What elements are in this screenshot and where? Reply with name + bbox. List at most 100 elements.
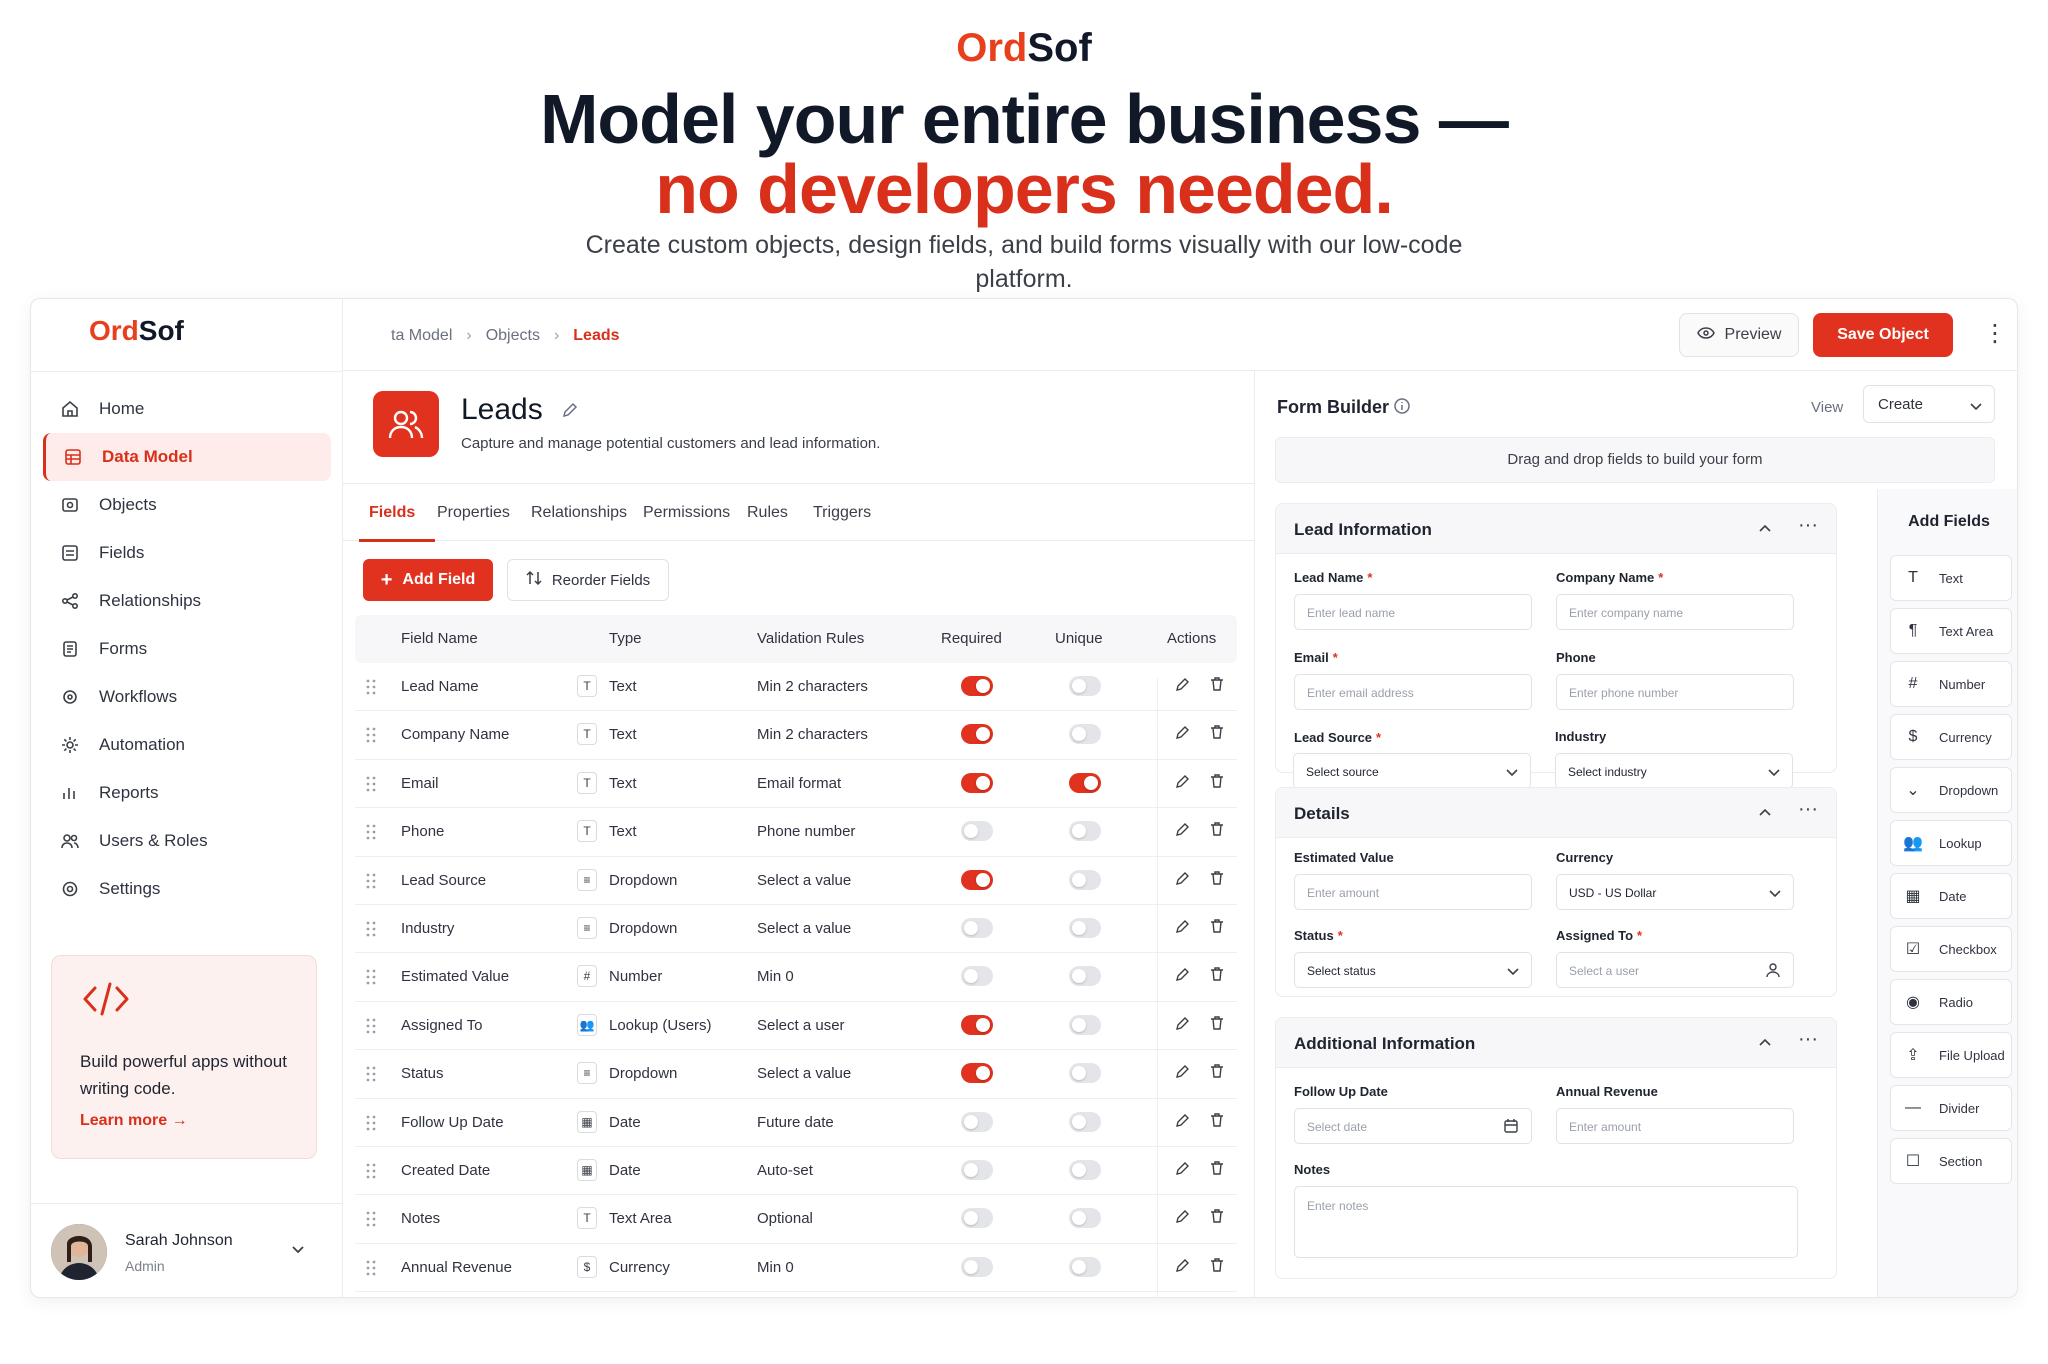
- edit-icon[interactable]: [1175, 821, 1191, 841]
- chevron-down-icon[interactable]: [291, 1242, 305, 1260]
- add-field-radio[interactable]: ◉ Radio: [1890, 979, 2012, 1025]
- sidebar-item-data-model[interactable]: Data Model: [43, 433, 331, 481]
- add-field-section[interactable]: ☐ Section: [1890, 1138, 2012, 1184]
- reorder-fields-button[interactable]: Reorder Fields: [507, 559, 669, 601]
- sidebar-item-forms[interactable]: Forms: [43, 625, 331, 673]
- table-row[interactable]: Created Date ▦ Date Auto-set: [355, 1147, 1237, 1210]
- edit-icon[interactable]: [1175, 1112, 1191, 1132]
- required-toggle[interactable]: [961, 917, 993, 938]
- assigned-to-input[interactable]: Select a user: [1556, 952, 1794, 988]
- chevron-up-icon[interactable]: [1758, 520, 1772, 538]
- unique-toggle[interactable]: [1069, 724, 1101, 745]
- trash-icon[interactable]: [1209, 1160, 1225, 1180]
- sidebar-item-fields[interactable]: Fields: [43, 529, 331, 577]
- more-menu-icon[interactable]: ⋮: [1983, 319, 2007, 348]
- section-header[interactable]: Lead Information ···: [1276, 504, 1836, 554]
- annual-revenue-input[interactable]: Enter amount: [1556, 1108, 1794, 1144]
- edit-icon[interactable]: [1175, 1257, 1191, 1277]
- table-row[interactable]: Company Name T Text Min 2 characters: [355, 711, 1237, 774]
- table-row[interactable]: Follow Up Date ▦ Date Future date: [355, 1099, 1237, 1161]
- trash-icon[interactable]: [1209, 1257, 1225, 1277]
- table-row[interactable]: Lead Source ≡ Dropdown Select a value: [355, 857, 1237, 919]
- chevron-up-icon[interactable]: [1758, 1034, 1772, 1052]
- drag-handle-icon[interactable]: [365, 1065, 379, 1083]
- drag-handle-icon[interactable]: [365, 726, 379, 744]
- add-field-dropdown[interactable]: ⌄ Dropdown: [1890, 767, 2012, 813]
- unique-toggle[interactable]: [1069, 821, 1101, 842]
- trash-icon[interactable]: [1209, 966, 1225, 986]
- company-name-input[interactable]: Enter company name: [1556, 594, 1794, 630]
- edit-icon[interactable]: [1175, 870, 1191, 890]
- tab-relationships[interactable]: Relationships: [531, 504, 627, 522]
- sidebar-item-users-roles[interactable]: Users & Roles: [43, 817, 331, 865]
- section-header[interactable]: Details ···: [1276, 788, 1836, 838]
- trash-icon[interactable]: [1209, 1015, 1225, 1035]
- required-toggle[interactable]: [961, 1111, 993, 1132]
- unique-toggle[interactable]: [1069, 1014, 1101, 1035]
- table-row[interactable]: Estimated Value # Number Min 0: [355, 953, 1237, 1016]
- sidebar-item-workflows[interactable]: Workflows: [43, 673, 331, 721]
- notes-textarea[interactable]: Enter notes: [1294, 1186, 1798, 1258]
- table-row[interactable]: Status ≡ Dropdown Select a value: [355, 1050, 1237, 1113]
- lead-source-select[interactable]: Select source: [1293, 753, 1531, 789]
- sidebar-logo[interactable]: OrdSof: [89, 315, 184, 347]
- edit-icon[interactable]: [1175, 1208, 1191, 1228]
- add-field-button[interactable]: + Add Field: [363, 559, 493, 601]
- table-row[interactable]: Phone T Text Phone number: [355, 808, 1237, 871]
- trash-icon[interactable]: [1209, 918, 1225, 938]
- unique-toggle[interactable]: [1069, 1063, 1101, 1084]
- sidebar-item-home[interactable]: Home: [43, 385, 331, 433]
- edit-icon[interactable]: [1175, 676, 1191, 696]
- currency-select[interactable]: USD - US Dollar: [1556, 874, 1794, 910]
- add-field-text[interactable]: T Text: [1890, 555, 2012, 601]
- sidebar-item-relationships[interactable]: Relationships: [43, 577, 331, 625]
- drag-handle-icon[interactable]: [365, 775, 379, 793]
- edit-icon[interactable]: [1175, 724, 1191, 744]
- drag-handle-icon[interactable]: [365, 968, 379, 986]
- trash-icon[interactable]: [1209, 1112, 1225, 1132]
- col-required[interactable]: Required: [941, 630, 1002, 647]
- drag-handle-icon[interactable]: [365, 1114, 379, 1132]
- trash-icon[interactable]: [1209, 1208, 1225, 1228]
- table-row[interactable]: Notes T Text Area Optional: [355, 1195, 1237, 1258]
- drag-handle-icon[interactable]: [365, 872, 379, 890]
- unique-toggle[interactable]: [1069, 1208, 1101, 1229]
- sidebar-item-automation[interactable]: Automation: [43, 721, 331, 769]
- sidebar-item-reports[interactable]: Reports: [43, 769, 331, 817]
- more-horizontal-icon[interactable]: ···: [1798, 1028, 1818, 1051]
- view-select[interactable]: Create: [1863, 385, 1995, 423]
- add-field-number[interactable]: # Number: [1890, 661, 2012, 707]
- status-select[interactable]: Select status: [1294, 952, 1532, 988]
- tab-permissions[interactable]: Permissions: [643, 504, 730, 522]
- required-toggle[interactable]: [961, 1159, 993, 1180]
- edit-icon[interactable]: [1175, 918, 1191, 938]
- unique-toggle[interactable]: [1069, 917, 1101, 938]
- edit-icon[interactable]: [1175, 966, 1191, 986]
- edit-icon[interactable]: [1175, 1015, 1191, 1035]
- info-icon[interactable]: [1393, 397, 1411, 420]
- more-horizontal-icon[interactable]: ···: [1798, 514, 1818, 537]
- trash-icon[interactable]: [1209, 773, 1225, 793]
- save-object-button[interactable]: Save Object: [1813, 313, 1953, 357]
- add-field-divider[interactable]: — Divider: [1890, 1085, 2012, 1131]
- sidebar-item-objects[interactable]: Objects: [43, 481, 331, 529]
- unique-toggle[interactable]: [1069, 1256, 1101, 1277]
- learn-more-link[interactable]: Learn more →: [80, 1112, 188, 1130]
- edit-icon[interactable]: [1175, 1160, 1191, 1180]
- unique-toggle[interactable]: [1069, 966, 1101, 987]
- col-type[interactable]: Type: [609, 630, 642, 647]
- sidebar-item-settings[interactable]: Settings: [43, 865, 331, 913]
- tab-rules[interactable]: Rules: [747, 504, 788, 522]
- add-field-file-upload[interactable]: ⇪ File Upload: [1890, 1032, 2012, 1078]
- col-unique[interactable]: Unique: [1055, 630, 1103, 647]
- tab-fields[interactable]: Fields: [369, 504, 415, 522]
- required-toggle[interactable]: [961, 869, 993, 890]
- follow-up-date-input[interactable]: Select date: [1294, 1108, 1532, 1144]
- required-toggle[interactable]: [961, 772, 993, 793]
- tab-triggers[interactable]: Triggers: [813, 504, 871, 522]
- required-toggle[interactable]: [961, 676, 993, 696]
- unique-toggle[interactable]: [1069, 772, 1101, 793]
- add-field-lookup[interactable]: 👥 Lookup: [1890, 820, 2012, 866]
- table-row[interactable]: Industry ≡ Dropdown Select a value: [355, 905, 1237, 968]
- drag-handle-icon[interactable]: [365, 920, 379, 938]
